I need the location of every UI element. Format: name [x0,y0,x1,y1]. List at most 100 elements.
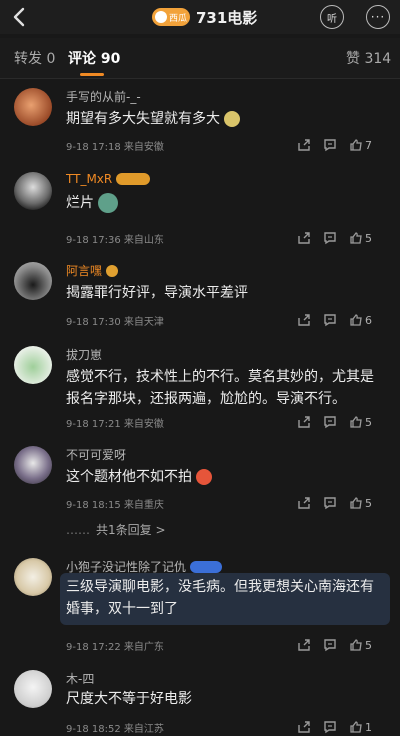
like-button[interactable]: 5 [349,637,389,653]
like-button[interactable]: 7 [349,137,389,153]
comment-author[interactable]: TT_MxR [66,172,151,186]
avatar[interactable] [14,262,52,300]
like-icon [350,721,362,733]
reply-button[interactable] [323,414,349,430]
comment-body: 期望有多大失望就有多大 [66,111,220,127]
share-icon [298,721,310,733]
comment-text: 期望有多大失望就有多大 [66,108,386,130]
like-count: 5 [365,638,372,652]
author-name: 小狍子没记性除了记仇 [66,560,187,574]
comment-icon [324,139,336,152]
like-button[interactable]: 1 [349,719,389,735]
page-title: 731电影 [196,8,258,27]
share-button[interactable] [297,230,323,246]
like-icon [350,497,362,509]
comment-actions: 1 [297,719,389,735]
tab-likes[interactable]: 赞 314 [346,48,391,68]
emoji-icon [224,111,241,127]
author-name: 不可可爱呀 [66,448,127,462]
like-button[interactable]: 5 [349,414,389,430]
source-badge-icon [155,11,167,23]
source-badge: 西瓜 [152,8,190,26]
share-icon [298,139,310,151]
like-button[interactable]: 6 [349,312,389,328]
share-icon [298,314,310,326]
tab-repost[interactable]: 转发 0 [14,48,55,68]
share-button[interactable] [297,137,323,153]
angry-emoji-icon [196,469,213,485]
comment-actions: 5 [297,414,389,430]
comment-item: 手写的从前-_- 期望有多大失望就有多大 9-18 17:18 来自安徽 7 [0,86,400,158]
reply-button[interactable] [323,312,349,328]
comment-item: TT_MxR 烂片 9-18 17:36 来自山东 5 [0,170,400,250]
view-replies-link[interactable]: …… 共1条回复 > [66,521,166,538]
comment-body: 烂片 [66,195,94,211]
reply-button[interactable] [323,137,349,153]
like-icon [350,139,362,151]
comment-actions: 7 [297,137,389,153]
share-button[interactable] [297,719,323,735]
author-name: 木-四 [66,672,95,686]
comment-icon [324,497,336,510]
author-name: TT_MxR [66,172,113,186]
comment-text: 感觉不行，技术性上的不行。莫名其妙的，尤其是报名字那块，还报两遍，尬尬的。导演不… [66,369,374,407]
comment-author[interactable]: 木-四 [66,670,94,687]
top-bar: 西瓜 731电影 听 ··· [0,0,400,34]
comment-meta: 9-18 17:18 来自安徽 [66,142,164,153]
comment-text: 这个题材他不如不拍 [66,466,386,488]
comment-text: 三级导演聊电影，没毛病。但我更想关心南海还有婚事，双十一到了 [66,579,374,617]
like-count: 7 [365,138,372,152]
share-button[interactable] [297,414,323,430]
share-icon [298,416,310,428]
comment-author[interactable]: 小狍子没记性除了记仇 [66,558,223,575]
share-button[interactable] [297,637,323,653]
reply-button[interactable] [323,719,349,735]
author-name: 手写的从前-_- [66,90,141,104]
avatar[interactable] [14,558,52,596]
reply-button[interactable] [323,495,349,511]
title-group: 西瓜 731电影 [152,6,257,28]
comment-item: 阿言嘿 揭露罪行好评，导演水平差评 9-18 17:30 来自天津 6 [0,260,400,332]
avatar[interactable] [14,346,52,384]
like-button[interactable]: 5 [349,230,389,246]
comment-author[interactable]: 不可可爱呀 [66,446,126,463]
fan-badge-icon [116,173,151,185]
avatar[interactable] [14,172,52,210]
more-icon[interactable]: ··· [366,5,390,29]
comment-author[interactable]: 手写的从前-_- [66,88,141,105]
tab-comments[interactable]: 评论 90 [68,48,120,68]
headphones-icon[interactable]: 听 [320,5,344,29]
share-button[interactable] [297,312,323,328]
comment-text: 揭露罪行好评，导演水平差评 [66,285,248,301]
comment-meta: 9-18 17:30 来自天津 [66,317,164,328]
avatar[interactable] [14,670,52,708]
reply-count: 共1条回复 > [96,523,166,537]
reply-button[interactable] [323,230,349,246]
like-icon [350,232,362,244]
comment-author[interactable]: 拔刀崽 [66,346,102,363]
back-button[interactable] [6,4,32,30]
comment-actions: 5 [297,495,389,511]
author-name: 阿言嘿 [66,264,103,278]
like-icon [350,416,362,428]
share-button[interactable] [297,495,323,511]
avatar[interactable] [14,446,52,484]
like-button[interactable]: 5 [349,495,389,511]
comment-item: 不可可爱呀 这个题材他不如不拍 9-18 18:15 来自重庆 5 …… 共1条回… [0,444,400,540]
like-count: 6 [365,313,372,327]
comment-author[interactable]: 阿言嘿 [66,262,119,279]
share-icon [298,639,310,651]
comment-item: 木-四 尺度大不等于好电影 9-18 18:52 来自江苏 1 [0,668,400,736]
comment-meta: 9-18 18:52 来自江苏 [66,724,164,735]
reply-button[interactable] [323,637,349,653]
share-icon [298,232,310,244]
like-icon [350,314,362,326]
crown-icon [106,264,119,277]
reply-dots: …… [66,523,90,537]
sticker-icon [98,193,119,213]
comment-item: 小狍子没记性除了记仇 三级导演聊电影，没毛病。但我更想关心南海还有婚事，双十一到… [0,556,400,656]
comment-actions: 6 [297,312,389,328]
avatar[interactable] [14,88,52,126]
comment-meta: 9-18 18:15 来自重庆 [66,500,164,511]
comment-meta: 9-18 17:36 来自山东 [66,235,164,246]
